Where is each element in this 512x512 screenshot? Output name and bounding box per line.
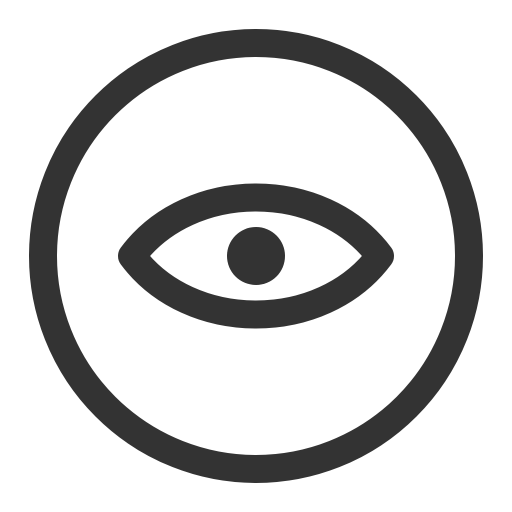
eye-in-circle-icon — [0, 0, 512, 512]
icon-canvas — [0, 0, 512, 512]
eye-in-circle-svg — [29, 29, 483, 483]
pupil — [227, 227, 285, 285]
